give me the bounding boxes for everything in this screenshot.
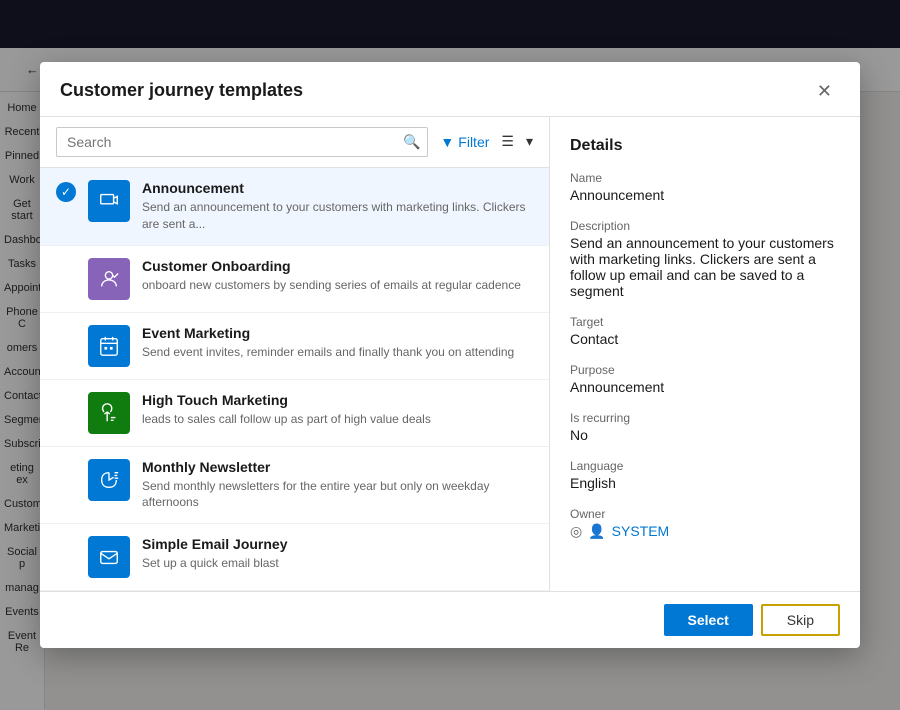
simple-email-desc: Set up a quick email blast — [142, 555, 533, 572]
modal-title: Customer journey templates — [60, 80, 303, 101]
detail-owner-row: Owner ◎ 👤 SYSTEM — [570, 507, 840, 540]
owner-label: Owner — [570, 507, 840, 521]
template-list: ✓ Announcement Send an announcement to y… — [40, 168, 549, 591]
event-marketing-desc: Send event invites, reminder emails and … — [142, 344, 533, 361]
simple-email-icon — [88, 536, 130, 578]
recurring-value: No — [570, 427, 840, 443]
sort-icon: ☰ — [501, 133, 514, 150]
recurring-label: Is recurring — [570, 411, 840, 425]
filter-icon: ▼ — [440, 134, 454, 150]
modal-overlay: Customer journey templates ✕ 🔍 ▼ Filter — [0, 0, 900, 710]
name-label: Name — [570, 171, 840, 185]
template-item-high-touch[interactable]: High Touch Marketing leads to sales call… — [40, 380, 549, 447]
customer-onboarding-desc: onboard new customers by sending series … — [142, 277, 533, 294]
announcement-name: Announcement — [142, 180, 533, 196]
event-marketing-info: Event Marketing Send event invites, remi… — [142, 325, 533, 361]
modal-header: Customer journey templates ✕ — [40, 62, 860, 117]
monthly-newsletter-icon — [88, 459, 130, 501]
high-touch-desc: leads to sales call follow up as part of… — [142, 411, 533, 428]
template-item-simple-email[interactable]: Simple Email Journey Set up a quick emai… — [40, 524, 549, 591]
target-label: Target — [570, 315, 840, 329]
high-touch-name: High Touch Marketing — [142, 392, 533, 408]
search-input-wrap: 🔍 — [56, 127, 428, 157]
owner-row: ◎ 👤 SYSTEM — [570, 523, 840, 540]
high-touch-icon — [88, 392, 130, 434]
detail-language-row: Language English — [570, 459, 840, 491]
detail-target-row: Target Contact — [570, 315, 840, 347]
customer-onboarding-icon — [88, 258, 130, 300]
monthly-newsletter-desc: Send monthly newsletters for the entire … — [142, 478, 533, 512]
owner-person-icon: 👤 — [588, 523, 605, 540]
language-label: Language — [570, 459, 840, 473]
announcement-icon — [88, 180, 130, 222]
template-item-announcement[interactable]: ✓ Announcement Send an announcement to y… — [40, 168, 549, 246]
announcement-info: Announcement Send an announcement to you… — [142, 180, 533, 233]
customer-onboarding-name: Customer Onboarding — [142, 258, 533, 274]
announcement-desc: Send an announcement to your customers w… — [142, 199, 533, 233]
owner-status-icon: ◎ — [570, 523, 582, 540]
purpose-value: Announcement — [570, 379, 840, 395]
skip-button[interactable]: Skip — [761, 604, 840, 636]
high-touch-info: High Touch Marketing leads to sales call… — [142, 392, 533, 428]
filter-button[interactable]: ▼ Filter — [440, 134, 489, 150]
purpose-label: Purpose — [570, 363, 840, 377]
modal-footer: Select Skip — [40, 591, 860, 648]
event-marketing-name: Event Marketing — [142, 325, 533, 341]
language-value: English — [570, 475, 840, 491]
monthly-newsletter-info: Monthly Newsletter Send monthly newslett… — [142, 459, 533, 512]
template-item-event-marketing[interactable]: Event Marketing Send event invites, remi… — [40, 313, 549, 380]
target-value: Contact — [570, 331, 840, 347]
simple-email-name: Simple Email Journey — [142, 536, 533, 552]
detail-recurring-row: Is recurring No — [570, 411, 840, 443]
name-value: Announcement — [570, 187, 840, 203]
details-title: Details — [570, 137, 840, 155]
owner-link[interactable]: SYSTEM — [612, 523, 670, 539]
modal-dialog: Customer journey templates ✕ 🔍 ▼ Filter — [40, 62, 860, 648]
select-button[interactable]: Select — [664, 604, 753, 636]
search-row: 🔍 ▼ Filter ☰ ▾ — [40, 117, 549, 168]
template-item-customer-onboarding[interactable]: Customer Onboarding onboard new customer… — [40, 246, 549, 313]
event-marketing-icon — [88, 325, 130, 367]
detail-name-row: Name Announcement — [570, 171, 840, 203]
customer-onboarding-info: Customer Onboarding onboard new customer… — [142, 258, 533, 294]
description-label: Description — [570, 219, 840, 233]
template-item-monthly-newsletter[interactable]: Monthly Newsletter Send monthly newslett… — [40, 447, 549, 525]
left-panel: 🔍 ▼ Filter ☰ ▾ — [40, 117, 550, 591]
collapse-button[interactable]: ▾ — [526, 133, 533, 150]
sort-button[interactable]: ☰ — [501, 133, 514, 150]
description-value: Send an announcement to your customers w… — [570, 235, 840, 299]
chevron-down-icon: ▾ — [526, 133, 533, 150]
selected-check: ✓ — [56, 182, 76, 202]
monthly-newsletter-name: Monthly Newsletter — [142, 459, 533, 475]
search-input[interactable] — [56, 127, 428, 157]
right-panel: Details Name Announcement Description Se… — [550, 117, 860, 591]
detail-purpose-row: Purpose Announcement — [570, 363, 840, 395]
modal-body: 🔍 ▼ Filter ☰ ▾ — [40, 117, 860, 591]
modal-close-button[interactable]: ✕ — [809, 78, 840, 104]
simple-email-info: Simple Email Journey Set up a quick emai… — [142, 536, 533, 572]
detail-description-row: Description Send an announcement to your… — [570, 219, 840, 299]
search-icon: 🔍 — [403, 133, 420, 150]
